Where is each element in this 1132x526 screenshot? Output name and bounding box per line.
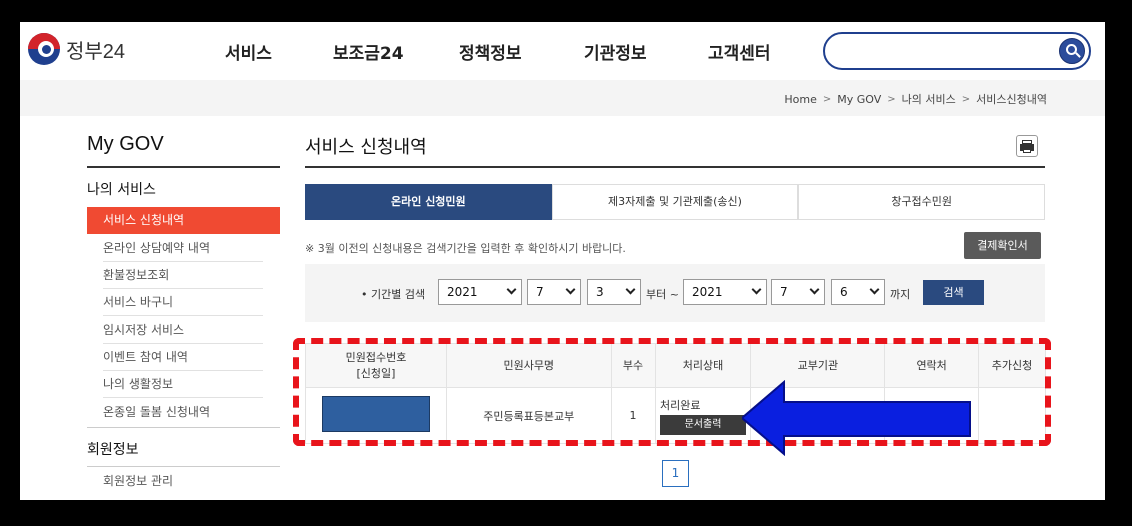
chevron-right-icon: > [822, 93, 832, 105]
chevron-down-icon [869, 284, 880, 295]
from-day-value: 3 [596, 285, 604, 299]
to-day-select[interactable]: 6 [831, 279, 885, 305]
sidebar-item-events[interactable]: 이벤트 참여 내역 [103, 344, 263, 371]
nav-agency[interactable]: 기관정보 [584, 39, 647, 64]
table-row: 주민등록표등본교부 1 처리완료 문서출력 [305, 387, 1046, 444]
chevron-right-icon: > [961, 93, 971, 105]
cell-contact [884, 387, 980, 444]
filter-search-button[interactable]: 검색 [923, 280, 984, 305]
sidebar-item-childcare[interactable]: 온종일 돌봄 신청내역 [103, 399, 263, 426]
nav-policy[interactable]: 정책정보 [459, 39, 522, 64]
to-day-value: 6 [840, 285, 848, 299]
to-year-value: 2021 [692, 285, 723, 299]
sidebar-item-life-info[interactable]: 나의 생활정보 [103, 371, 263, 398]
to-month-value: 7 [780, 285, 788, 299]
breadcrumb-my-service[interactable]: 나의 서비스 [902, 91, 956, 107]
chevron-down-icon [751, 284, 762, 295]
sidebar-divider [87, 427, 280, 428]
title-divider [305, 166, 1045, 168]
receipt-header-line2: [신청일] [356, 366, 396, 380]
site-logo[interactable]: 정부24 [28, 33, 125, 65]
sidebar-item-service-history[interactable]: 서비스 신청내역 [87, 207, 280, 234]
chevron-down-icon [506, 284, 517, 295]
chevron-down-icon [809, 284, 820, 295]
nav-services[interactable]: 서비스 [225, 39, 272, 64]
page-title: 서비스 신청내역 [305, 137, 427, 158]
from-suffix: 부터 ~ [646, 288, 679, 301]
cell-copies: 1 [610, 387, 656, 444]
from-month-value: 7 [536, 285, 544, 299]
sidebar-item-refund[interactable]: 환불정보조회 [103, 262, 263, 289]
search-button[interactable] [1059, 38, 1085, 64]
col-header-copies: 부수 [610, 343, 656, 388]
application-table: 민원접수번호 [신청일] 민원사무명 부수 처리상태 교부기관 연락처 추가신청… [305, 343, 1046, 444]
notice-text: ※ 3월 이전의 신청내용은 검색기간을 입력한 후 확인하시기 바랍니다. [305, 242, 626, 255]
tab-bar: 온라인 신청민원 제3자제출 및 기관제출(송신) 창구접수민원 [305, 184, 1046, 220]
tab-online-apply[interactable]: 온라인 신청민원 [305, 184, 552, 220]
logo-text: 정부24 [66, 40, 126, 63]
status-text: 처리완료 [660, 398, 701, 412]
cell-service-name: 주민등록표등본교부 [445, 387, 612, 444]
to-year-select[interactable]: 2021 [683, 279, 767, 305]
sidebar-item-basket[interactable]: 서비스 바구니 [103, 289, 263, 316]
breadcrumb-mygov[interactable]: My GOV [837, 93, 881, 106]
site-header: 정부24 서비스 보조금24 정책정보 기관정보 고객센터 [20, 22, 1105, 80]
breadcrumb-bar: Home > My GOV > 나의 서비스 > 서비스신청내역 [20, 80, 1105, 116]
col-header-additional: 추가신청 [978, 343, 1046, 388]
sidebar-title-divider [87, 166, 280, 168]
sidebar-item-consult-booking[interactable]: 온라인 상담예약 내역 [103, 235, 263, 262]
payment-confirm-button[interactable]: 결제확인서 [964, 232, 1041, 259]
col-header-status: 처리상태 [654, 343, 752, 388]
chevron-right-icon: > [887, 93, 896, 105]
cell-additional [978, 387, 1046, 444]
sidebar-item-member-manage[interactable]: 회원정보 관리 [103, 468, 263, 495]
search-input[interactable] [823, 32, 1091, 70]
filter-label: • 기간별 검색 [361, 288, 426, 301]
nav-subsidy[interactable]: 보조금24 [333, 39, 404, 64]
sidebar-title: My GOV [87, 133, 164, 155]
to-month-select[interactable]: 7 [771, 279, 825, 305]
chevron-down-icon [565, 284, 576, 295]
cell-issuer [750, 387, 886, 444]
sidebar-divider [87, 466, 280, 467]
sidebar-item-temp-saved[interactable]: 임시저장 서비스 [103, 317, 263, 344]
sidebar-section-member[interactable]: 회원정보 [87, 439, 139, 459]
browser-viewport: 정부24 서비스 보조금24 정책정보 기관정보 고객센터 Home > My … [20, 22, 1105, 500]
breadcrumb-current: 서비스신청내역 [976, 93, 1047, 106]
breadcrumb-home[interactable]: Home [784, 93, 816, 106]
from-year-select[interactable]: 2021 [438, 279, 522, 305]
table-header-row: 민원접수번호 [신청일] 민원사무명 부수 처리상태 교부기관 연락처 추가신청 [305, 343, 1046, 388]
tab-third-party[interactable]: 제3자제출 및 기관제출(송신) [551, 184, 799, 220]
cell-receipt-no [305, 387, 447, 444]
from-year-value: 2021 [447, 285, 478, 299]
print-document-button[interactable]: 문서출력 [660, 414, 746, 435]
nav-customer-center[interactable]: 고객센터 [708, 39, 771, 64]
col-header-issuer: 교부기관 [750, 343, 886, 388]
chevron-down-icon [625, 284, 636, 295]
from-day-select[interactable]: 3 [587, 279, 641, 305]
col-header-contact: 연락처 [884, 343, 980, 388]
sidebar-section-my-service[interactable]: 나의 서비스 [87, 179, 156, 199]
print-button[interactable] [1016, 135, 1038, 157]
date-filter: • 기간별 검색 2021 7 3 부터 ~ 2021 7 6 까지 검색 [305, 264, 1045, 322]
to-suffix: 까지 [890, 288, 911, 301]
redacted-receipt-number[interactable] [321, 396, 430, 432]
gov-emblem-icon [28, 33, 60, 65]
col-header-service-name: 민원사무명 [445, 343, 612, 388]
breadcrumb: Home > My GOV > 나의 서비스 > 서비스신청내역 [784, 91, 1047, 107]
pagination-page-1[interactable]: 1 [662, 460, 689, 487]
col-header-receipt-no: 민원접수번호 [신청일] [305, 343, 447, 388]
cell-status: 처리완료 문서출력 [654, 387, 752, 444]
from-month-select[interactable]: 7 [527, 279, 581, 305]
tab-counter[interactable]: 창구접수민원 [798, 184, 1046, 220]
receipt-header-line1: 민원접수번호 [345, 350, 407, 364]
